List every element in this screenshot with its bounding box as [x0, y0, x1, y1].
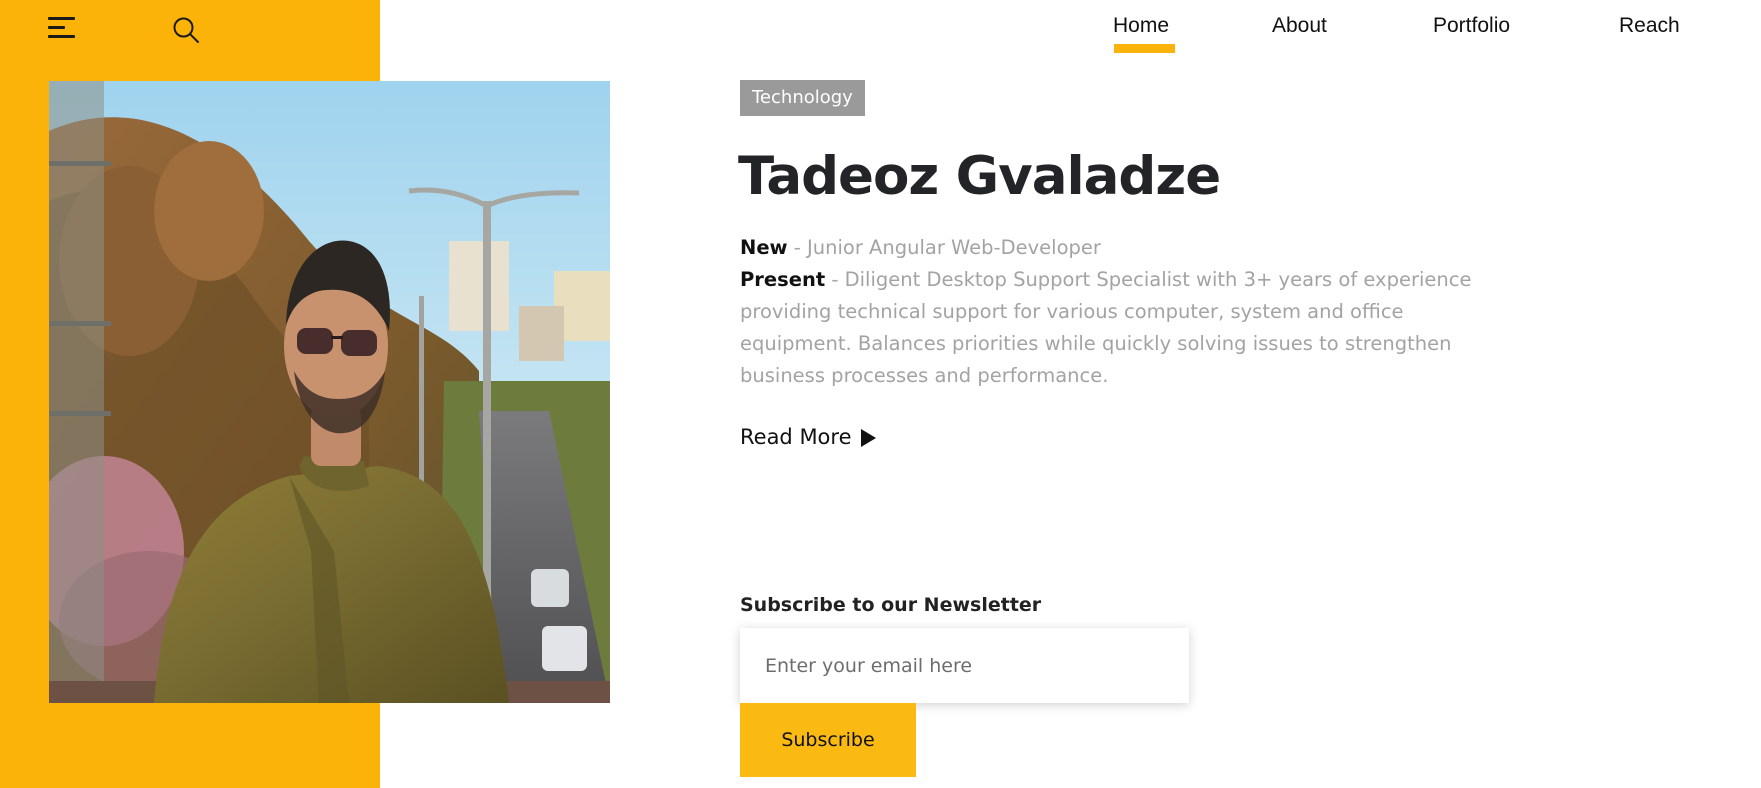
nav-about-link[interactable]: About	[1272, 14, 1327, 38]
nav-portfolio-link[interactable]: Portfolio	[1433, 14, 1510, 38]
read-more-label: Read More	[740, 425, 852, 449]
top-navigation: Home About Portfolio Reach	[0, 14, 1761, 53]
newsletter-heading: Subscribe to our Newsletter	[740, 594, 1042, 616]
present-label: Present	[740, 268, 826, 291]
new-label: New	[740, 236, 788, 259]
active-nav-underline	[1114, 44, 1175, 53]
present-role-line: Present - Diligent Desktop Support Speci…	[740, 264, 1515, 392]
play-arrow-icon	[860, 429, 876, 447]
page-title: Tadeoz Gvaladze	[738, 146, 1221, 207]
new-role-text: - Junior Angular Web-Developer	[787, 236, 1101, 259]
subscribe-button[interactable]: Subscribe	[740, 703, 916, 777]
nav-home-link[interactable]: Home	[1113, 14, 1169, 38]
present-role-text: - Diligent Desktop Support Specialist wi…	[740, 268, 1472, 387]
nav-reach-link[interactable]: Reach	[1619, 14, 1680, 38]
email-input[interactable]	[740, 628, 1189, 703]
new-role-line: New - Junior Angular Web-Developer	[740, 232, 1515, 264]
read-more-link[interactable]: Read More	[740, 425, 876, 449]
nav-home-label: Home	[1113, 14, 1170, 37]
profile-photo	[49, 81, 610, 703]
category-tag[interactable]: Technology	[740, 80, 865, 116]
profile-description: New - Junior Angular Web-Developer Prese…	[740, 232, 1515, 392]
